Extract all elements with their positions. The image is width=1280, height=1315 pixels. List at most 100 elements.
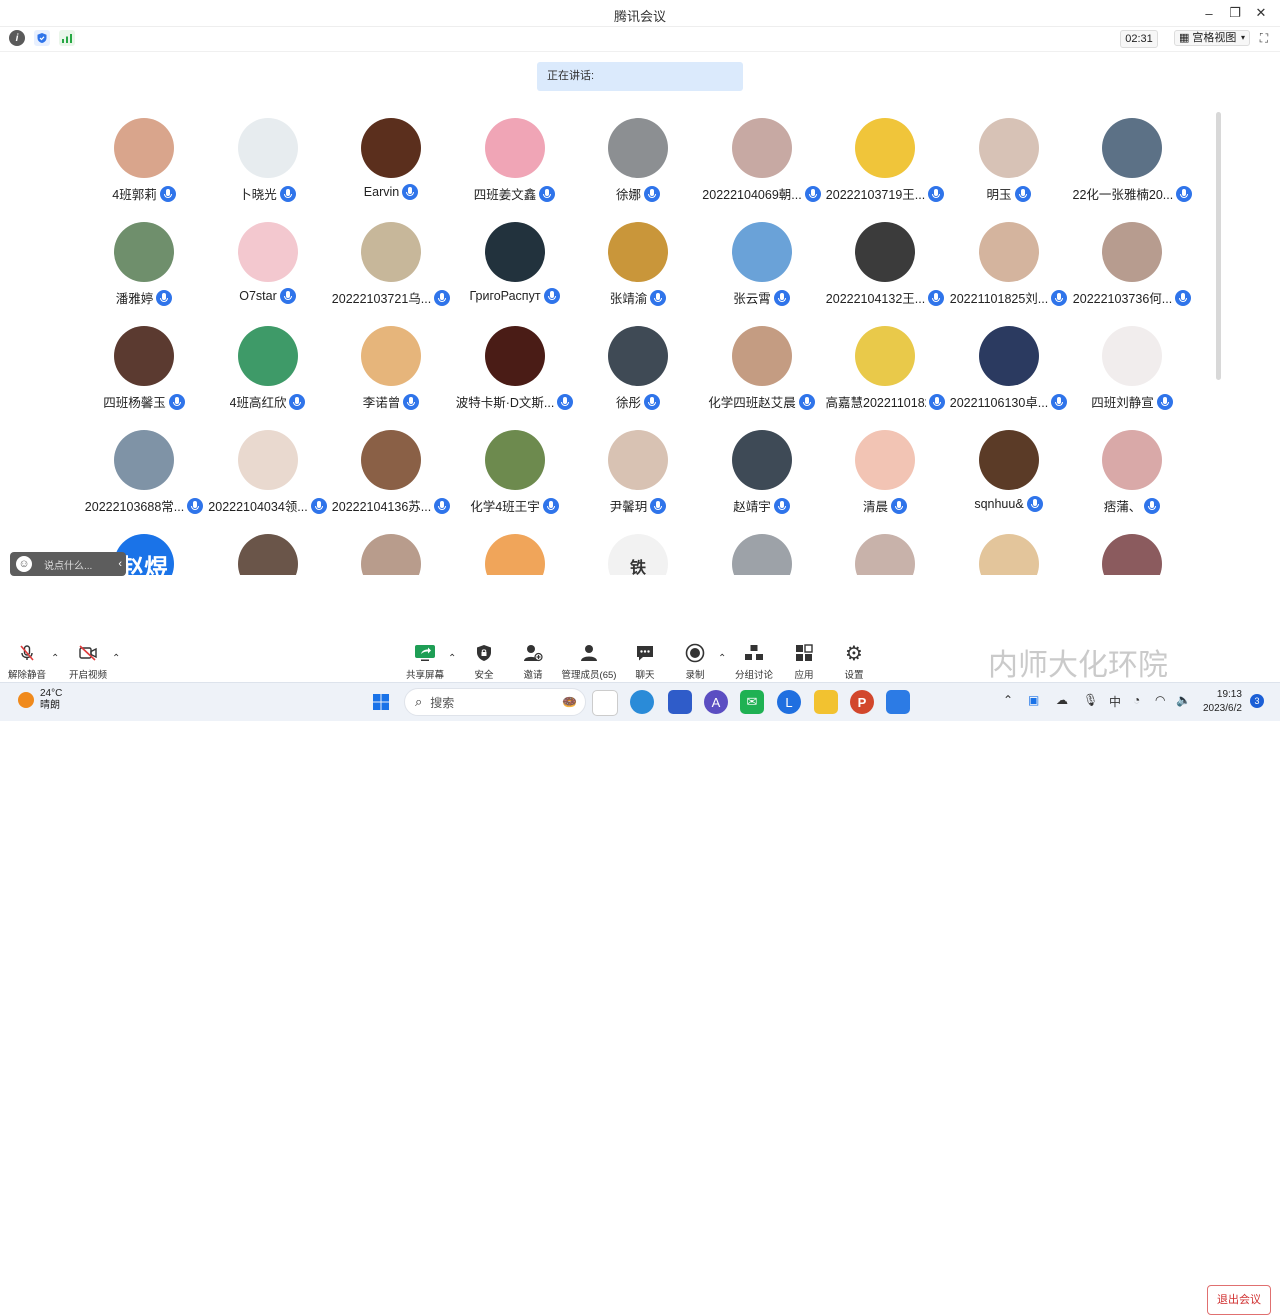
participant-tile[interactable]: 尹馨玥 — [576, 430, 700, 534]
participant-tile[interactable] — [329, 534, 453, 575]
participant-tile[interactable]: 高嘉慧20221101824 — [823, 326, 947, 430]
participant-tile[interactable]: O7star — [206, 222, 330, 326]
share-screen-button[interactable]: 共享屏幕 — [404, 642, 446, 681]
participant-tile[interactable]: 潘雅婷 — [82, 222, 206, 326]
participant-tile[interactable]: 李诺曾 — [329, 326, 453, 430]
shield-icon[interactable] — [34, 30, 50, 46]
apps-button[interactable]: 应用 — [791, 642, 817, 681]
close-icon[interactable]: ✕ — [1250, 4, 1272, 22]
participant-tile[interactable]: 化学四班赵艾晨 — [700, 326, 824, 430]
system-clock[interactable]: 19:13 2023/6/2 — [1203, 688, 1242, 716]
participant-tile[interactable]: Earvin — [329, 118, 453, 222]
chevron-up-icon[interactable]: ⌃ — [448, 653, 456, 664]
tray-app-icon[interactable]: ▣ — [1028, 693, 1039, 707]
chevron-up-icon[interactable]: ⌃ — [718, 653, 726, 664]
invite-button[interactable]: 邀请 — [519, 642, 547, 681]
file-explorer-icon[interactable] — [814, 690, 838, 714]
ime-indicator[interactable]: 中 — [1109, 693, 1121, 710]
quick-chat-input[interactable]: ☺ 说点什么... ‹ — [10, 552, 126, 576]
participant-tile[interactable]: 4班高红欣 — [206, 326, 330, 430]
chat-button[interactable]: 聊天 — [632, 642, 658, 681]
participant-tile[interactable]: 20222103688常... — [82, 430, 206, 534]
participant-tile[interactable]: 化学4班王宇 — [453, 430, 577, 534]
participant-tile[interactable] — [453, 534, 577, 575]
participant-tile[interactable]: 赵靖宇 — [700, 430, 824, 534]
unmute-button[interactable]: 解除静音 — [8, 642, 46, 681]
chevron-up-icon[interactable]: ⌃ — [112, 653, 120, 664]
participant-tile[interactable] — [206, 534, 330, 575]
minimize-icon[interactable]: – — [1198, 4, 1220, 22]
fullscreen-icon[interactable]: ⛶ — [1256, 30, 1272, 46]
participant-avatar — [978, 430, 1039, 490]
participant-tile[interactable]: 卜晓光 — [206, 118, 330, 222]
wifi-icon[interactable]: ◠ — [1155, 693, 1165, 707]
participant-tile[interactable]: sqnhuu& — [947, 430, 1071, 534]
participant-tile[interactable]: ГригоРаспут — [453, 222, 577, 326]
participant-tile[interactable]: 20222104132王... — [823, 222, 947, 326]
app-a-icon[interactable]: A — [704, 690, 728, 714]
breakout-rooms-button[interactable]: 分组讨论 — [734, 642, 774, 681]
participant-tile[interactable]: 20221106130卓... — [947, 326, 1071, 430]
volume-icon[interactable]: 🔈 — [1176, 693, 1191, 707]
participant-tile[interactable]: 清晨 — [823, 430, 947, 534]
info-icon[interactable]: i — [9, 30, 25, 46]
mic-status-icon — [279, 185, 296, 202]
participant-tile[interactable]: 4班郭莉 — [82, 118, 206, 222]
participant-tile[interactable]: 22化一张雅楠20... — [1070, 118, 1194, 222]
participant-tile[interactable] — [823, 534, 947, 575]
start-video-button[interactable]: 开启视频 — [68, 642, 108, 681]
app-l-icon[interactable]: L — [777, 690, 801, 714]
windows-start-icon[interactable] — [369, 690, 393, 714]
view-layout-dropdown[interactable]: ▦ 宫格视图 ▾ — [1174, 30, 1250, 46]
participant-tile[interactable] — [700, 534, 824, 575]
tencent-meeting-icon[interactable] — [886, 690, 910, 714]
manage-members-button[interactable]: 管理成员(65) — [561, 642, 617, 681]
participant-tile[interactable]: 铁 — [576, 534, 700, 575]
ime-mode-icon[interactable]: ◔ — [1133, 693, 1140, 707]
notification-badge[interactable]: 3 — [1250, 694, 1264, 708]
participant-tile[interactable]: 波特卡斯·D文斯... — [453, 326, 577, 430]
participant-name-line: 尹馨玥 — [576, 496, 700, 515]
participant-tile[interactable]: 明玉 — [947, 118, 1071, 222]
settings-button[interactable]: ⚙ 设置 — [841, 642, 867, 682]
participant-tile[interactable]: 四班姜文鑫 — [453, 118, 577, 222]
participant-tile[interactable]: 20222104136苏... — [329, 430, 453, 534]
grid-scrollbar[interactable] — [1216, 112, 1221, 380]
participant-name-line: 20222103719王... — [823, 184, 947, 203]
store-icon[interactable] — [668, 690, 692, 714]
participant-tile[interactable]: 20222103736何... — [1070, 222, 1194, 326]
powerpoint-icon[interactable]: P — [850, 690, 874, 714]
participant-avatar — [361, 222, 421, 282]
restore-icon[interactable]: ❐ — [1224, 4, 1246, 22]
record-button[interactable]: 录制 — [682, 642, 708, 681]
participant-tile[interactable]: 20222103721乌... — [329, 222, 453, 326]
chevron-left-icon[interactable]: ‹ — [118, 558, 122, 570]
chevron-up-icon[interactable]: ⌃ — [1003, 693, 1013, 707]
chevron-up-icon[interactable]: ⌃ — [51, 653, 59, 664]
participant-tile[interactable]: 徐彤 — [576, 326, 700, 430]
security-button[interactable]: 安全 — [470, 642, 498, 681]
leave-meeting-button[interactable]: 退出会议 — [1207, 1285, 1271, 1315]
participant-tile[interactable]: 痞蒲、 — [1070, 430, 1194, 534]
participant-avatar — [608, 222, 668, 282]
taskbar-search[interactable]: ⌕ 搜索 🍩 — [404, 688, 586, 716]
microphone-icon[interactable]: 🎙 — [1083, 693, 1098, 707]
participant-tile[interactable] — [1070, 534, 1194, 575]
wechat-icon[interactable]: ✉ — [740, 690, 764, 714]
participant-tile[interactable]: 徐娜 — [576, 118, 700, 222]
edge-browser-icon[interactable] — [630, 690, 654, 714]
participant-tile[interactable]: 20221101825刘... — [947, 222, 1071, 326]
participant-tile[interactable]: 四班杨馨玉 — [82, 326, 206, 430]
weather-widget[interactable]: 24°C 晴朗 — [18, 688, 62, 712]
participant-tile[interactable]: 四班刘静宣 — [1070, 326, 1194, 430]
participant-tile[interactable]: 20222104034领... — [206, 430, 330, 534]
signal-icon[interactable] — [59, 30, 75, 46]
task-view-icon[interactable] — [592, 690, 618, 716]
participant-tile[interactable]: 20222104069朝... — [700, 118, 824, 222]
participant-tile[interactable] — [947, 534, 1071, 575]
emoji-icon[interactable]: ☺ — [16, 556, 32, 572]
participant-tile[interactable]: 20222103719王... — [823, 118, 947, 222]
participant-tile[interactable]: 张靖渝 — [576, 222, 700, 326]
participant-tile[interactable]: 张云霄 — [700, 222, 824, 326]
cloud-icon[interactable]: ☁ — [1056, 693, 1068, 707]
